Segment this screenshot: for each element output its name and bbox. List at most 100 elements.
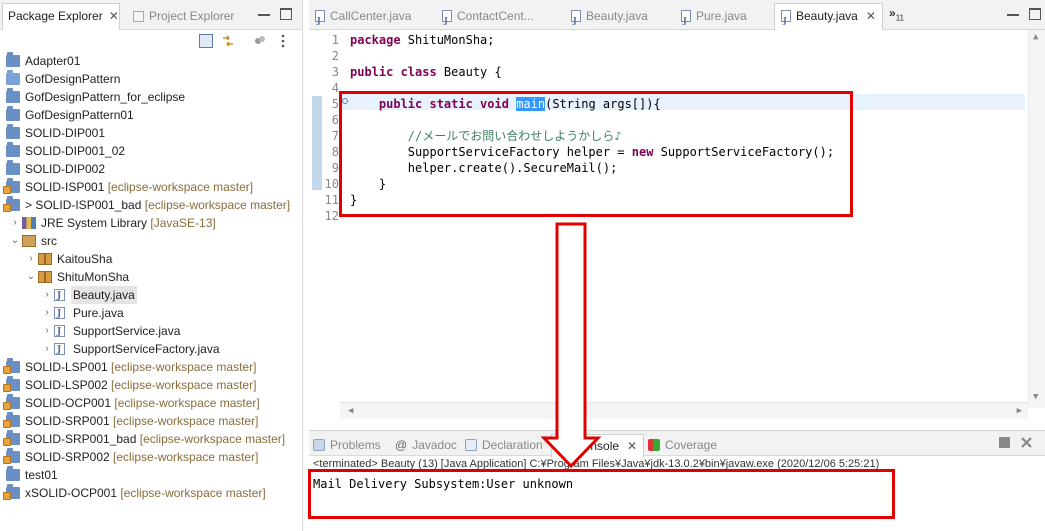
line-number: 2	[331, 49, 339, 63]
tab-console[interactable]: Console ✕	[551, 434, 645, 457]
chevron-right-icon[interactable]: ›	[42, 322, 52, 340]
editor-tab-callcenter[interactable]: CallCenter.java	[315, 4, 412, 32]
tree-item[interactable]: > SOLID-ISP001_bad [eclipse-workspace ma…	[0, 196, 303, 214]
chevron-down-icon[interactable]: ⌄	[10, 232, 20, 250]
tree-item-name: SupportService.java	[73, 324, 181, 338]
scroll-right-icon[interactable]: ▶	[1017, 406, 1022, 416]
tree-item[interactable]: SOLID-DIP001_02	[0, 142, 303, 160]
minimize-icon[interactable]	[258, 8, 270, 16]
tree-item-label: SOLID-LSP001 [eclipse-workspace master]	[25, 358, 256, 376]
editor-tab-contactcenter[interactable]: ContactCent...	[442, 4, 534, 32]
git-decoration: [eclipse-workspace master]	[111, 396, 260, 410]
tree-item[interactable]: SOLID-DIP001	[0, 124, 303, 142]
tree-item[interactable]: GofDesignPattern	[0, 70, 303, 88]
tab-problems[interactable]: Problems	[313, 434, 381, 456]
tab-label: Javadoc	[412, 438, 457, 452]
tree-item[interactable]: › SupportServiceFactory.java	[0, 340, 303, 359]
chevron-right-icon[interactable]: ›	[26, 250, 36, 268]
tree-item[interactable]: SOLID-LSP001 [eclipse-workspace master]	[0, 358, 303, 376]
tab-label: Declaration	[482, 438, 543, 452]
filter-icon[interactable]	[253, 34, 267, 48]
line-number: 7	[331, 129, 339, 143]
tab-label: CallCenter.java	[330, 9, 412, 23]
project-icon	[6, 52, 20, 67]
tree-item-label: JRE System Library [JavaSE-13]	[41, 214, 216, 232]
terminate-icon[interactable]	[999, 437, 1010, 448]
project-explorer-icon	[133, 11, 144, 22]
javadoc-icon: @	[395, 438, 408, 452]
tab-javadoc[interactable]: @ Javadoc	[395, 434, 457, 456]
tree-item[interactable]: test01	[0, 466, 303, 484]
tree-item-name: > SOLID-ISP001_bad	[25, 198, 142, 212]
tree-item[interactable]: SOLID-SRP001 [eclipse-workspace master]	[0, 412, 303, 430]
tab-project-explorer[interactable]: Project Explorer	[127, 4, 234, 28]
tab-declaration[interactable]: Declaration	[465, 434, 543, 456]
code-token: ShituMonSha;	[400, 33, 495, 47]
view-menu-icon[interactable]	[281, 34, 285, 48]
tree-item[interactable]: › SupportService.java	[0, 322, 303, 341]
tree-item[interactable]: › KaitouSha	[0, 250, 303, 268]
tree-item[interactable]: SOLID-SRP001_bad [eclipse-workspace mast…	[0, 430, 303, 448]
tree-item[interactable]: › JRE System Library [JavaSE-13]	[0, 214, 303, 232]
tree-item[interactable]: ⌄ src	[0, 232, 303, 250]
tree-item-label: SupportService.java	[73, 322, 180, 340]
tree-item-label: Beauty.java	[71, 286, 137, 304]
tree-item[interactable]: SOLID-LSP002 [eclipse-workspace master]	[0, 376, 303, 394]
tree-item-label: src	[41, 232, 57, 250]
tab-coverage[interactable]: Coverage	[648, 434, 717, 456]
scroll-down-icon[interactable]: ▼	[1033, 392, 1038, 402]
tree-item[interactable]: SOLID-ISP001 [eclipse-workspace master]	[0, 178, 303, 196]
chevron-right-icon[interactable]: ›	[42, 286, 52, 304]
tree-item[interactable]: Adapter01	[0, 52, 303, 70]
tree-item[interactable]: ⌄ ShituMonSha	[0, 268, 303, 286]
maximize-icon[interactable]	[1029, 8, 1041, 20]
vertical-scrollbar[interactable]: ▲ ▼	[1028, 30, 1045, 408]
maximize-icon[interactable]	[280, 8, 292, 20]
scroll-up-icon[interactable]: ▲	[1033, 32, 1038, 42]
close-icon[interactable]: ✕	[109, 9, 119, 23]
tree-item-name: Adapter01	[25, 54, 81, 68]
chevron-right-icon[interactable]: ›	[42, 340, 52, 358]
tree-item[interactable]: SOLID-SRP002 [eclipse-workspace master]	[0, 448, 303, 466]
tree-item[interactable]: › Beauty.java	[0, 286, 303, 305]
line-number: 8	[331, 145, 339, 159]
collapse-all-icon[interactable]	[199, 34, 213, 48]
keyword-token: public class	[350, 65, 437, 79]
tree-item[interactable]: › Pure.java	[0, 304, 303, 323]
tree-item[interactable]: SOLID-OCP001 [eclipse-workspace master]	[0, 394, 303, 412]
code-highlight-box	[339, 91, 853, 217]
package-icon	[38, 253, 52, 265]
scroll-left-icon[interactable]: ◀	[348, 406, 353, 416]
package-explorer-panel: Package Explorer ✕ Project Explorer Adapt…	[0, 0, 303, 531]
editor-tab-pure[interactable]: Pure.java	[681, 4, 747, 32]
close-icon[interactable]: ✕	[866, 9, 876, 23]
chevron-right-icon[interactable]: ›	[10, 214, 20, 232]
chevron-down-icon[interactable]: ⌄	[26, 268, 36, 286]
git-project-icon	[3, 196, 20, 212]
remove-launch-icon[interactable]	[1021, 437, 1032, 448]
tree-item-name: xSOLID-OCP001	[25, 486, 118, 500]
tree-item[interactable]: SOLID-DIP002	[0, 160, 303, 178]
tree-item[interactable]: xSOLID-OCP001 [eclipse-workspace master]	[0, 484, 303, 502]
horizontal-scrollbar[interactable]: ◀ ▶	[340, 402, 1028, 419]
java-file-icon	[681, 8, 691, 32]
link-with-editor-icon[interactable]	[221, 34, 235, 48]
tab-package-explorer[interactable]: Package Explorer ✕	[2, 3, 120, 30]
source-folder-icon	[22, 235, 36, 247]
folder-icon	[6, 70, 20, 85]
tree-item[interactable]: GofDesignPattern01	[0, 106, 303, 124]
git-project-icon	[3, 376, 20, 392]
editor-tab-beauty[interactable]: Beauty.java	[571, 4, 648, 32]
tab-overflow-button[interactable]: »11	[889, 6, 904, 22]
code-area[interactable]: 1 package ShituMonSha; 2 3 public class Beau…	[309, 30, 1045, 427]
tree-item-label: SOLID-DIP001_02	[25, 142, 125, 160]
tree-item-name: SOLID-LSP001	[25, 360, 108, 374]
editor-tab-beauty-active[interactable]: Beauty.java ✕	[774, 3, 883, 32]
tree-item[interactable]: GofDesignPattern_for_eclipse	[0, 88, 303, 106]
chevron-right-icon[interactable]: ›	[42, 304, 52, 322]
minimize-icon[interactable]	[1007, 8, 1019, 16]
java-file-icon	[54, 287, 65, 305]
code-line: package ShituMonSha;	[350, 32, 495, 48]
close-icon[interactable]: ✕	[627, 439, 637, 453]
console-icon	[558, 440, 570, 452]
